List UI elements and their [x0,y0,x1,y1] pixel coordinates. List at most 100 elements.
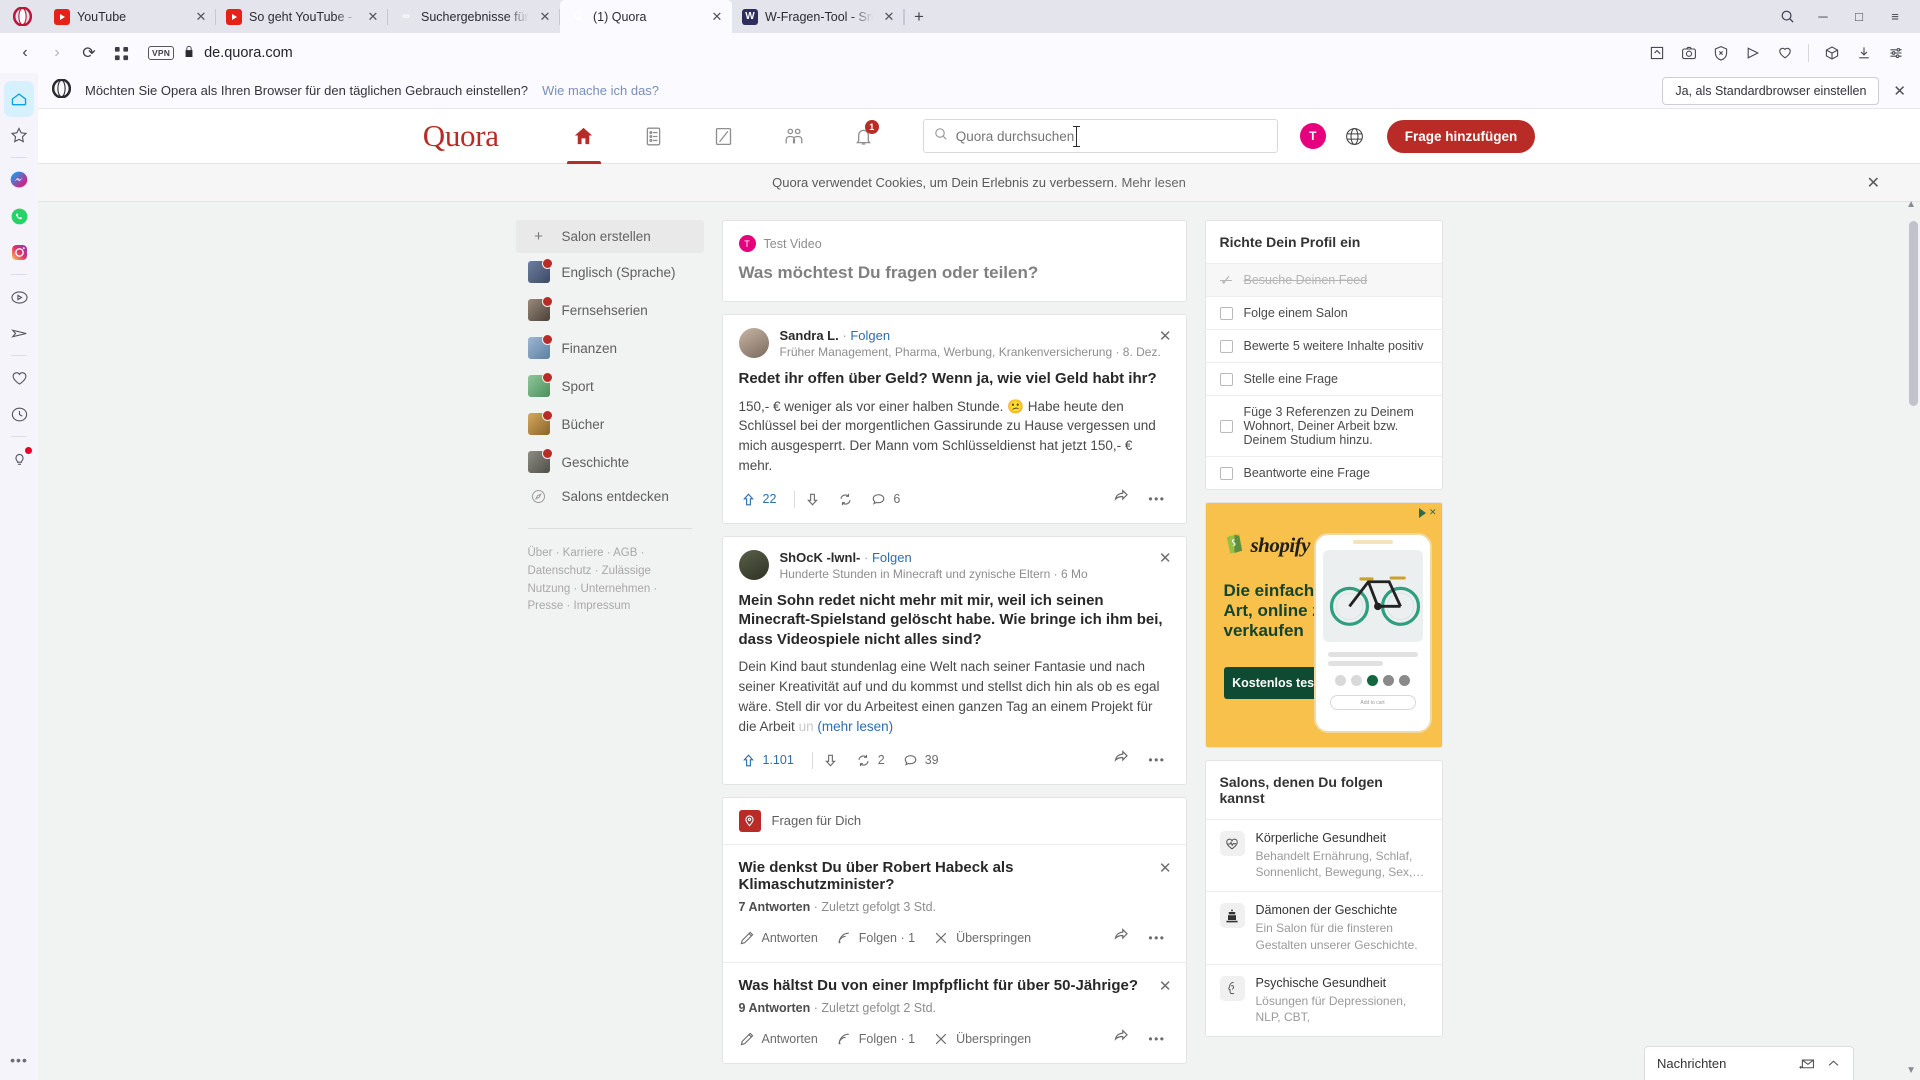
search-bar[interactable] [922,119,1278,153]
nav-item-answers[interactable] [619,109,689,164]
more-dots-icon[interactable]: ••• [1148,1032,1165,1046]
post-author[interactable]: Sandra L. [780,328,839,343]
page-scrollbar[interactable]: ▲ ▼ [1906,199,1918,1076]
new-tab-button[interactable]: + [904,0,934,33]
share-icon[interactable] [1113,927,1130,949]
browser-tab-quora[interactable]: Q (1) Quora ✕ [560,0,732,33]
salon-suggestion[interactable]: Psychische Gesundheit Lösungen für Depre… [1205,963,1442,1036]
ask-question-card[interactable]: T Test Video Was möchtest Du fragen oder… [721,220,1187,302]
sidebar-more-dots-icon[interactable]: ••• [10,1052,28,1068]
tab-close-icon[interactable]: ✕ [364,9,382,25]
sidebar-item-geschichte[interactable]: Geschichte [516,443,704,481]
skip-button[interactable]: Überspringen [933,1027,1043,1051]
discover-salons-button[interactable]: Salons entdecken [516,481,704,512]
ask-card-prompt[interactable]: Was möchtest Du fragen oder teilen? [739,263,1170,283]
tab-close-icon[interactable]: ✕ [192,9,210,25]
more-dots-icon[interactable]: ••• [1148,931,1165,945]
sidebar-item-messenger[interactable] [4,162,34,198]
checkbox-icon[interactable] [1219,306,1233,320]
checklist-item-credentials[interactable]: Füge 3 Referenzen zu Deinem Wohnort, Dei… [1205,395,1442,456]
sidebar-item-fernsehserien[interactable]: Fernsehserien [516,291,704,329]
sidebar-item-tips[interactable] [4,441,34,477]
sidebar-item-telegram[interactable] [4,315,34,351]
advertisement[interactable]: ✕ shopify Die einfachste Art, online zu … [1204,502,1443,748]
post-title[interactable]: Mein Sohn redet nicht mehr mit mir, weil… [739,591,1170,650]
downvote-button[interactable] [805,488,832,511]
sidebar-item-whatsapp[interactable] [4,198,34,234]
post-author[interactable]: ShOcK -lwnl- [780,550,861,565]
speed-dial-icon[interactable] [106,38,136,68]
cookie-more-link[interactable]: Mehr lesen [1122,175,1186,190]
sidebar-item-star[interactable] [4,117,34,153]
chevron-up-icon[interactable] [1826,1056,1841,1071]
reshare-button[interactable]: 2 [856,749,897,772]
checklist-item-upvote[interactable]: Bewerte 5 weitere Inhalte positiv [1205,329,1442,362]
checkbox-icon[interactable] [1219,466,1233,480]
scroll-up-arrow-icon[interactable]: ▲ [1906,199,1916,210]
sidebar-item-instagram[interactable] [4,234,34,270]
close-icon[interactable]: ✕ [1159,549,1172,567]
forward-button[interactable]: › [42,38,72,68]
globe-icon[interactable] [1344,126,1365,147]
cube-icon[interactable] [1818,39,1846,67]
send-icon[interactable] [1739,39,1767,67]
salon-suggestion[interactable]: Dämonen der Geschichte Ein Salon für die… [1205,891,1442,963]
notification-help-link[interactable]: Wie mache ich das? [542,83,659,98]
follow-link[interactable]: Folgen [850,328,890,343]
footer-links[interactable]: Über · Karriere · AGB · Datenschutz · Zu… [516,545,704,616]
salon-suggestion[interactable]: Körperliche Gesundheit Behandelt Ernähru… [1205,819,1442,891]
close-icon[interactable]: ✕ [1867,173,1880,193]
compose-message-icon[interactable] [1799,1055,1816,1072]
close-icon[interactable]: ✕ [1159,859,1172,877]
reshare-button[interactable] [838,488,865,511]
answer-button[interactable]: Antworten [739,1027,830,1051]
sidebar-item-home[interactable] [4,81,34,117]
skip-button[interactable]: Überspringen [933,926,1043,950]
browser-tab-w-fragen-tool[interactable]: W W-Fragen-Tool - Smarte Ic ✕ [732,0,904,33]
share-icon[interactable] [1113,488,1130,510]
checklist-item-answer-question[interactable]: Beantworte eine Frage [1205,456,1442,489]
sidebar-item-history[interactable] [4,396,34,432]
quora-logo[interactable]: Quora [423,118,499,154]
read-more-link[interactable]: (mehr lesen) [817,719,893,734]
browser-menu-button[interactable]: ≡ [1878,0,1912,33]
sidebar-item-sport[interactable]: Sport [516,367,704,405]
sidebar-item-finanzen[interactable]: Finanzen [516,329,704,367]
ad-choices-label[interactable]: ✕ [1418,507,1437,518]
close-icon[interactable]: ✕ [1159,977,1172,995]
scrollbar-thumb[interactable] [1909,221,1918,406]
vpn-badge[interactable]: VPN [148,46,175,60]
easy-setup-icon[interactable] [1882,39,1910,67]
follow-button[interactable]: Folgen · 1 [836,1027,927,1051]
more-dots-icon[interactable]: ••• [1148,753,1165,767]
reload-button[interactable]: ⟳ [74,38,104,68]
upvote-button[interactable]: 1.101 [739,749,806,772]
browser-tab-so-geht-youtube[interactable]: So geht YouTube - YouTube ✕ [216,0,388,33]
avatar[interactable] [738,328,769,358]
minimize-button[interactable]: ─ [1806,0,1840,33]
ad-close-icon[interactable]: ✕ [1429,507,1437,518]
add-question-button[interactable]: Frage hinzufügen [1386,119,1536,153]
tab-close-icon[interactable]: ✕ [880,9,898,25]
question-title[interactable]: Wie denkst Du über Robert Habeck als Kli… [739,859,1170,893]
nav-item-notifications[interactable]: 1 [829,109,899,164]
set-default-browser-button[interactable]: Ja, als Standardbrowser einstellen [1662,76,1880,105]
nav-item-spaces[interactable] [759,109,829,164]
tab-close-icon[interactable]: ✕ [536,9,554,25]
create-salon-button[interactable]: + Salon erstellen [515,220,704,253]
maximize-button[interactable]: □ [1842,0,1876,33]
checkbox-icon[interactable] [1219,339,1233,353]
sidebar-item-player[interactable] [4,279,34,315]
follow-link[interactable]: Folgen [872,550,912,565]
checklist-item-ask-question[interactable]: Stelle eine Frage [1205,362,1442,395]
heart-icon[interactable] [1771,39,1799,67]
sidebar-item-heart[interactable] [4,360,34,396]
scroll-down-arrow-icon[interactable]: ▼ [1906,1065,1916,1076]
follow-button[interactable]: Folgen · 1 [836,926,927,950]
avatar[interactable]: T [1299,123,1326,149]
sidebar-item-buecher[interactable]: Bücher [516,405,704,443]
messages-bar[interactable]: Nachrichten [1644,1046,1854,1080]
adblock-icon[interactable] [1707,39,1735,67]
comment-button[interactable]: 6 [871,488,912,511]
pin-extension-icon[interactable] [1643,39,1671,67]
